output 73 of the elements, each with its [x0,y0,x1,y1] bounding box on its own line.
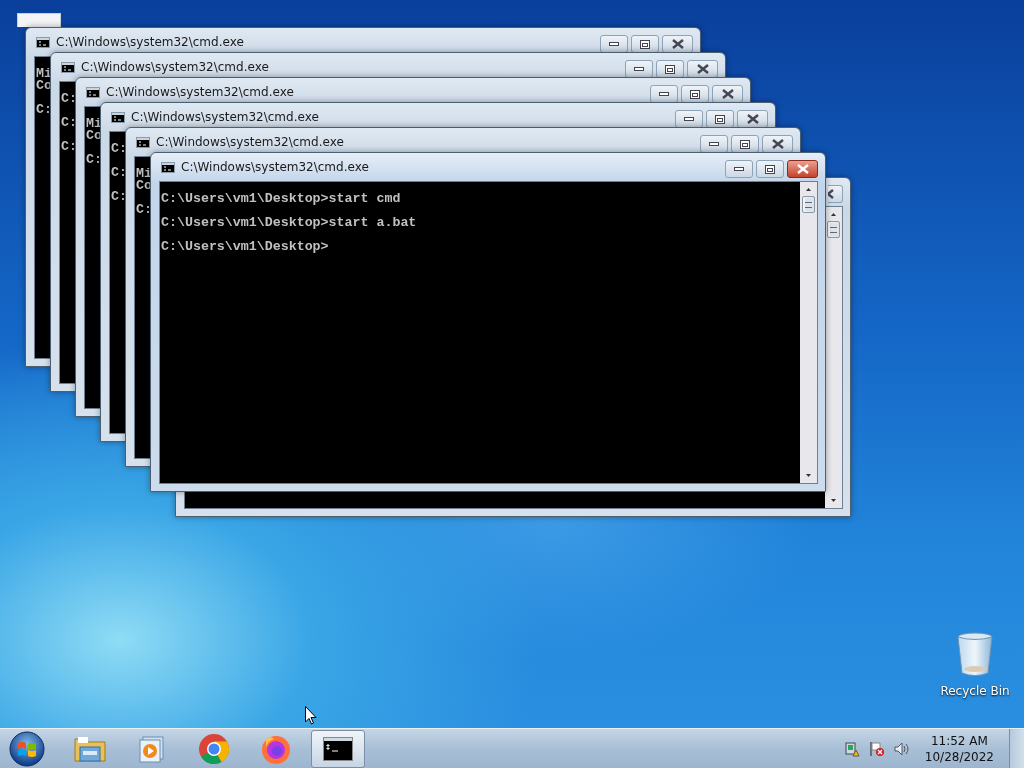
desktop-icon-label[interactable]: Recycle Bin [940,684,1010,698]
console-line: C: [86,154,102,166]
minimize-button[interactable] [700,135,728,153]
close-button[interactable] [712,85,743,103]
maximize-button[interactable] [656,60,684,78]
command-prompt-icon [61,61,75,73]
recycle-bin-icon[interactable] [957,632,993,678]
speaker-icon[interactable] [893,740,910,757]
console-line: Mi [136,168,152,180]
maximize-button[interactable] [706,110,734,128]
command-prompt-icon [36,36,50,48]
scrollbar-thumb[interactable] [802,196,815,213]
close-button[interactable] [787,160,818,178]
minimize-button[interactable] [725,160,753,178]
maximize-button[interactable] [681,85,709,103]
window-title: C:\Windows\system32\cmd.exe [131,110,319,124]
maximize-button[interactable] [631,35,659,53]
maximize-icon [740,139,750,149]
console-line: C: [61,117,77,129]
maximize-icon [690,89,700,99]
mouse-pointer-icon [305,706,317,725]
close-button[interactable] [687,60,718,78]
show-desktop-button[interactable] [1009,728,1024,768]
command-prompt-icon [86,86,100,98]
scrollbar[interactable] [800,182,817,483]
clock-date: 10/28/2022 [924,748,994,765]
window-title: C:\Windows\system32\cmd.exe [156,135,344,149]
console-line: C: [61,93,77,105]
console-line: C: [136,204,152,216]
command-prompt-icon [136,136,150,148]
maximize-button[interactable] [756,160,784,178]
clock-time: 11:52 AM [930,732,988,749]
minimize-icon [634,66,644,72]
start-button[interactable] [9,730,45,767]
console-line: C:\Users\vm1\Desktop>start cmd [161,193,401,205]
minimize-button[interactable] [675,110,703,128]
minimize-icon [684,116,694,122]
console-line: C:\Users\vm1\Desktop> [161,241,329,253]
command-prompt-icon[interactable] [311,729,365,768]
window-title: C:\Windows\system32\cmd.exe [81,60,269,74]
window-title: C:\Windows\system32\cmd.exe [106,85,294,99]
console-line: Mi [86,118,102,130]
close-button[interactable] [762,135,793,153]
console-line: C: [111,143,127,155]
command-prompt-icon [161,161,175,173]
minimize-icon [709,141,719,147]
scrollbar-thumb[interactable] [827,221,840,238]
window-title: C:\Windows\system32\cmd.exe [56,35,244,49]
maximize-icon [765,164,775,174]
close-button[interactable] [737,110,768,128]
minimize-button[interactable] [650,85,678,103]
console-line: C: [36,104,52,116]
maximize-icon [640,39,650,49]
close-button[interactable] [662,35,693,53]
close-button[interactable] [828,185,843,203]
minimize-button[interactable] [625,60,653,78]
clock[interactable]: 11:52 AM 10/28/2022 [924,732,994,765]
minimize-button[interactable] [600,35,628,53]
console-line: Mi [36,68,52,80]
console-line: C:\Users\vm1\Desktop>start a.bat [161,217,417,229]
maximize-icon [665,64,675,74]
console-line: C: [61,141,77,153]
window-title: C:\Windows\system32\cmd.exe [181,160,369,174]
maximize-icon [715,114,725,124]
console-line: C: [111,167,127,179]
flag-error-icon[interactable] [868,740,885,757]
console-line: C: [111,191,127,203]
minimize-icon [734,166,744,172]
network-warning-icon[interactable] [843,740,860,757]
maximize-button[interactable] [731,135,759,153]
minimize-icon [659,91,669,97]
command-prompt-icon [111,111,125,123]
minimize-icon [609,41,619,47]
